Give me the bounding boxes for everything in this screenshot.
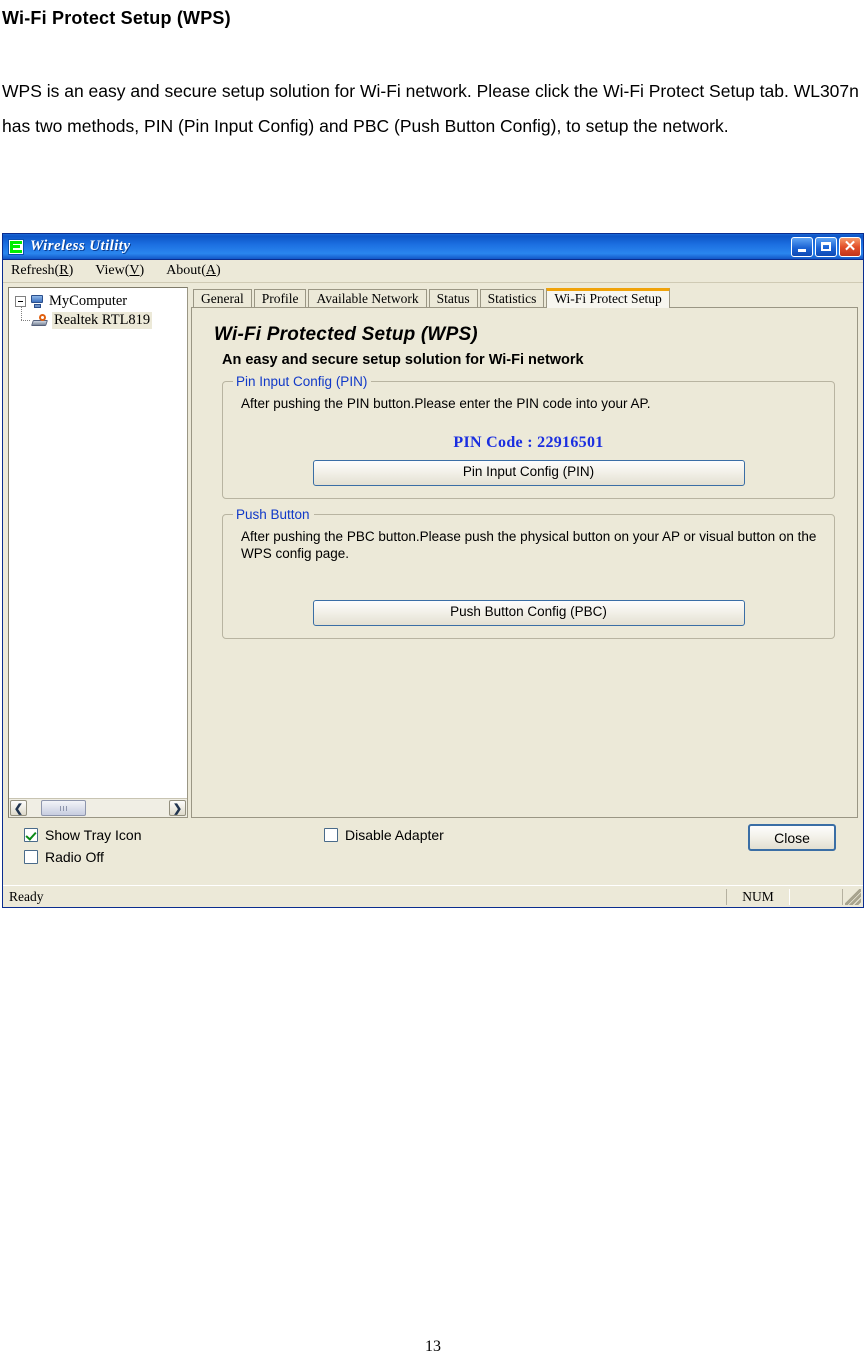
- tree-node-mycomputer-label: MyComputer: [49, 293, 128, 309]
- window-client-area: MyComputer Realtek RTL819 ❮ ❯ General Pr…: [3, 283, 863, 885]
- pin-input-config-group: Pin Input Config (PIN) After pushing the…: [222, 374, 835, 499]
- tab-general[interactable]: General: [193, 289, 252, 307]
- menu-bar: Refresh(R) View(V) About(A): [3, 260, 863, 283]
- status-message: Ready: [9, 888, 44, 904]
- tab-wifi-protect-setup[interactable]: Wi-Fi Protect Setup: [546, 288, 670, 308]
- minimize-button[interactable]: [791, 236, 813, 257]
- push-button-config-button[interactable]: Push Button Config (PBC): [312, 600, 745, 626]
- tree-node-adapter[interactable]: Realtek RTL819: [21, 307, 187, 330]
- wps-tab-content: Wi-Fi Protected Setup (WPS) An easy and …: [191, 307, 858, 818]
- options-bar: Show Tray Icon Radio Off Disable Adapter…: [8, 818, 858, 885]
- window-controls: ✕: [791, 236, 861, 257]
- scroll-left-icon[interactable]: ❮: [10, 800, 27, 816]
- minimize-icon: [798, 248, 806, 252]
- maximize-button[interactable]: [815, 236, 837, 257]
- adapter-tree[interactable]: MyComputer Realtek RTL819: [9, 288, 187, 798]
- application-icon: [8, 238, 24, 255]
- window-titlebar[interactable]: Wireless Utility ✕: [3, 234, 863, 260]
- adapter-tree-panel: MyComputer Realtek RTL819 ❮ ❯: [8, 287, 188, 818]
- pin-input-config-description: After pushing the PIN button.Please ente…: [241, 396, 651, 411]
- tree-node-adapter-label: Realtek RTL819: [52, 312, 153, 329]
- push-button-legend: Push Button: [236, 507, 310, 522]
- status-num-indicator: NUM: [726, 888, 790, 905]
- left-options-column: Show Tray Icon Radio Off: [8, 827, 324, 865]
- menu-item-view-accel: V: [129, 263, 140, 278]
- pbc-spacer: [233, 562, 824, 600]
- tree-horizontal-scrollbar[interactable]: ❮ ❯: [9, 798, 187, 817]
- page-title: Wi-Fi Protect Setup (WPS): [2, 8, 231, 28]
- tab-panel: General Profile Available Network Status…: [191, 287, 858, 818]
- show-tray-icon-label: Show Tray Icon: [45, 827, 142, 843]
- tree-children: Realtek RTL819: [15, 307, 187, 330]
- computer-icon: [30, 294, 45, 309]
- menu-item-about[interactable]: About(A): [166, 263, 220, 279]
- close-button[interactable]: Close: [748, 824, 836, 851]
- intro-paragraph: WPS is an easy and secure setup solution…: [2, 81, 864, 136]
- close-icon: ✕: [843, 237, 857, 255]
- menu-item-about-label: About: [166, 263, 202, 278]
- window-title: Wireless Utility: [30, 238, 131, 254]
- pin-input-config-legend: Pin Input Config (PIN): [236, 374, 368, 389]
- menu-item-about-accel: A: [205, 263, 216, 278]
- page-number: 13: [425, 1338, 441, 1355]
- show-tray-icon-row[interactable]: Show Tray Icon: [24, 827, 324, 843]
- collapse-icon[interactable]: [15, 296, 26, 307]
- disable-adapter-row[interactable]: Disable Adapter: [324, 827, 644, 843]
- wps-heading: Wi-Fi Protected Setup (WPS): [214, 324, 478, 345]
- menu-item-refresh-label: Refresh: [11, 263, 55, 278]
- menu-item-refresh[interactable]: Refresh(R): [11, 263, 73, 279]
- wireless-utility-window: Wireless Utility ✕ Refresh(R) View(V) Ab…: [2, 233, 864, 908]
- menu-item-view-label: View: [95, 263, 125, 278]
- tab-statistics[interactable]: Statistics: [479, 289, 545, 307]
- resize-grip-icon[interactable]: [845, 888, 861, 905]
- status-bar: Ready NUM: [3, 885, 863, 907]
- push-button-description: After pushing the PBC button.Please push…: [241, 529, 817, 561]
- wireless-adapter-icon: [32, 313, 49, 328]
- scrollbar-thumb[interactable]: [41, 800, 86, 816]
- radio-off-row[interactable]: Radio Off: [24, 849, 324, 865]
- tab-available-network[interactable]: Available Network: [308, 289, 427, 307]
- menu-item-view[interactable]: View(V): [95, 263, 144, 279]
- tab-profile[interactable]: Profile: [253, 289, 307, 307]
- maximize-icon: [821, 242, 831, 251]
- show-tray-icon-checkbox[interactable]: [24, 828, 38, 842]
- pin-input-config-button[interactable]: Pin Input Config (PIN): [312, 460, 745, 486]
- tab-status[interactable]: Status: [428, 289, 478, 307]
- scroll-right-icon[interactable]: ❯: [169, 800, 186, 816]
- radio-off-label: Radio Off: [45, 849, 104, 865]
- status-spacer-cell: [790, 888, 843, 905]
- close-window-button[interactable]: ✕: [839, 236, 861, 257]
- tree-node-mycomputer[interactable]: MyComputer: [15, 292, 187, 311]
- wps-subheading: An easy and secure setup solution for Wi…: [222, 352, 584, 368]
- disable-adapter-label: Disable Adapter: [345, 827, 444, 843]
- upper-region: MyComputer Realtek RTL819 ❮ ❯ General Pr…: [8, 287, 858, 818]
- menu-item-refresh-accel: R: [59, 263, 69, 278]
- disable-adapter-checkbox[interactable]: [324, 828, 338, 842]
- radio-off-checkbox[interactable]: [24, 850, 38, 864]
- push-button-group: Push Button After pushing the PBC button…: [222, 507, 835, 639]
- pin-code-display: PIN Code : 22916501: [453, 434, 604, 451]
- tabstrip: General Profile Available Network Status…: [191, 287, 858, 308]
- document-text-block: Wi-Fi Protect Setup (WPS) WPS is an easy…: [0, 0, 866, 144]
- middle-options-column: Disable Adapter: [324, 827, 644, 843]
